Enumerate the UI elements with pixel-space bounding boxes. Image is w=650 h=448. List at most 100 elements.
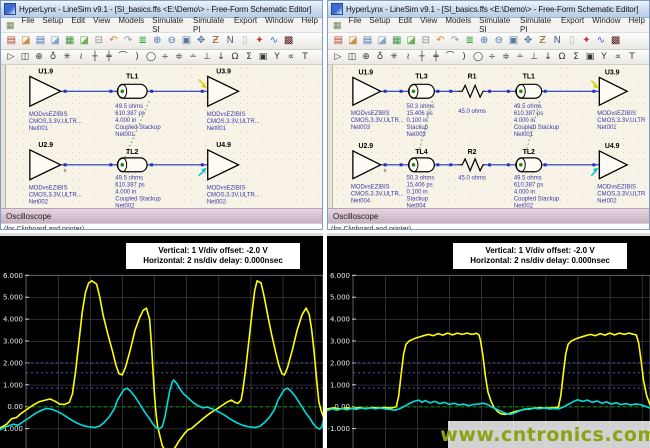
net-node[interactable] [592,90,595,93]
net-node[interactable] [449,90,452,93]
waveform-icon[interactable]: ∿ [594,36,609,46]
net-node[interactable] [436,163,439,166]
net-node[interactable] [507,90,510,93]
save-as-icon[interactable]: ◪ [404,36,419,46]
impedance-wizard-icon[interactable]: Ƶ [208,36,223,46]
new-session-icon[interactable]: ▤ [360,36,375,46]
oscilloscope-docked-titlebar[interactable]: Oscilloscope [328,208,649,223]
zoom-in-icon[interactable]: ⊕ [150,36,165,46]
add-pulldown-icon[interactable]: ↓ [214,53,228,62]
buffer-u3-9[interactable]: U3.9 MODvsEZIBIS CMOS,3.3V,ULTR... Net00… [199,68,260,132]
menu-bar[interactable]: ▦ FileSetupEditViewModelsSimulate SISimu… [1,18,322,33]
pan-icon[interactable]: ✥ [194,36,209,46]
menu-simulate-si[interactable]: Simulate SI [148,16,189,34]
oscilloscope-docked-titlebar[interactable]: Oscilloscope [1,208,322,223]
stackup-editor-icon[interactable]: ≣ [462,36,477,46]
add-area-icon[interactable]: ▣ [583,53,597,62]
menu-export[interactable]: Export [230,16,261,34]
save-as-icon[interactable]: ◪ [77,36,92,46]
new-session-icon[interactable]: ▤ [33,36,48,46]
open-file-icon[interactable]: ◪ [19,36,34,46]
net-node[interactable] [436,90,439,93]
tline-tl2[interactable]: TL2 49.5 ohms 610.387 ps 4.000 in Couple… [115,149,161,208]
buffer-u1-9[interactable]: U1.9 MODvsEZIBIS CMOS,3.3V,ULTR... Net00… [29,68,82,132]
net-node[interactable] [64,163,67,166]
add-arc-icon[interactable]: ⌒ [116,53,130,62]
net-node[interactable] [150,163,153,166]
resistor-r2[interactable]: R2 45.0 ohms [458,149,486,182]
crosstalk-icon[interactable]: ▩ [608,36,623,46]
schematic-right[interactable]: U1.9 MODvsEZIBIS CMOS,3.3V,ULTR... Net00… [333,65,649,208]
add-ferrite-icon[interactable]: Ω [228,53,242,62]
menu-view[interactable]: View [89,16,114,34]
new-file-icon[interactable]: ▤ [4,36,19,46]
add-star-icon[interactable]: ✳ [387,53,401,62]
add-ground-icon[interactable]: ⊥ [200,53,214,62]
net-node[interactable] [488,90,491,93]
add-rpack-icon[interactable]: ÷ [485,53,499,62]
new-file-icon[interactable]: ▤ [331,36,346,46]
menu-edit[interactable]: Edit [394,16,416,34]
add-inductor-icon[interactable]: ∸ [186,53,200,62]
net-node[interactable] [201,90,204,93]
add-via-icon[interactable]: ┼ [88,53,102,62]
add-diff-via-icon[interactable]: ╪ [429,53,443,62]
add-arc-icon[interactable]: ⌒ [443,53,457,62]
menu-simulate-pi[interactable]: Simulate PI [516,16,557,34]
netlist-icon[interactable]: N [223,36,238,46]
net-node[interactable] [400,163,403,166]
open-session-icon[interactable]: ◪ [48,36,63,46]
open-file-icon[interactable]: ◪ [346,36,361,46]
zoom-region-icon[interactable]: ▣ [506,36,521,46]
net-node[interactable] [109,90,112,93]
stackup-editor-icon[interactable]: ≣ [135,36,150,46]
tline-tl2[interactable]: TL2 49.5 ohms 610.387 ps 4.000 in Couple… [514,149,560,208]
zoom-out-icon[interactable]: ⊖ [165,36,180,46]
add-diff-via-icon[interactable]: ╪ [102,53,116,62]
add-clock-icon[interactable]: ♁ [373,53,387,62]
redo-icon[interactable]: ↷ [121,36,136,46]
buffer-u3-9[interactable]: U3.9 MODvsEZIBIS CMOS,3.3V,ULTR Net001 [591,69,646,131]
impedance-wizard-icon[interactable]: Ƶ [535,36,550,46]
net-node[interactable] [109,163,112,166]
add-bend-icon[interactable]: ) [130,53,144,62]
pan-icon[interactable]: ✥ [521,36,536,46]
add-inductor-icon[interactable]: ∸ [513,53,527,62]
net-node[interactable] [64,90,67,93]
netlist-icon[interactable]: N [550,36,565,46]
select-cell-icon[interactable]: ◫ [18,53,32,62]
menu-simulate-pi[interactable]: Simulate PI [189,16,230,34]
redo-icon[interactable]: ↷ [448,36,463,46]
tline-tl1[interactable]: TL1 49.5 ohms 610.387 ps 4.000 in Couple… [115,73,161,138]
undo-icon[interactable]: ↶ [106,36,121,46]
menu-window[interactable]: Window [588,16,624,34]
blank-doc-icon[interactable]: ▯ [565,36,580,46]
blank-doc-icon[interactable]: ▯ [238,36,253,46]
menu-window[interactable]: Window [261,16,297,34]
menu-export[interactable]: Export [557,16,588,34]
add-sum-icon[interactable]: Σ [569,53,583,62]
net-node[interactable] [150,90,153,93]
buffer-u1-9[interactable]: U1.9 MODvsEZIBIS CMOS,3.3V,ULTR... Net00… [351,69,404,131]
net-node[interactable] [384,90,387,93]
menu-file[interactable]: File [345,16,366,34]
add-pad-icon[interactable]: ◯ [471,53,485,62]
wizard-icon[interactable]: ✦ [252,36,267,46]
add-ground-icon[interactable]: ⊥ [527,53,541,62]
add-pulldown-icon[interactable]: ↓ [541,53,555,62]
wizard-icon[interactable]: ✦ [579,36,594,46]
menu-edit[interactable]: Edit [67,16,89,34]
net-node[interactable] [449,163,452,166]
open-session-icon[interactable]: ◪ [375,36,390,46]
select-cell-icon[interactable]: ◫ [345,53,359,62]
tline-tl1[interactable]: TL1 49.5 ohms 610.387 ps 4.000 in Couple… [514,73,560,138]
menu-models[interactable]: Models [441,16,475,34]
schematic-canvas[interactable]: U1.9 MODvsEZIBIS CMOS,3.3V,ULTR... Net00… [1,65,322,208]
zoom-out-icon[interactable]: ⊖ [492,36,507,46]
scope-plot-left[interactable]: 6.0005.0004.0003.0002.0001.0000.00-1.000… [0,236,323,448]
add-junction-icon[interactable]: Y [597,53,611,62]
menu-help[interactable]: Help [625,16,649,34]
buffer-u4-9[interactable]: U4.9 MODvsEZIBIS CMOS,3.3V,ULTR... Net00… [199,142,260,206]
net-node[interactable] [488,163,491,166]
resistor-r1[interactable]: R1 45.0 ohms [458,73,486,115]
